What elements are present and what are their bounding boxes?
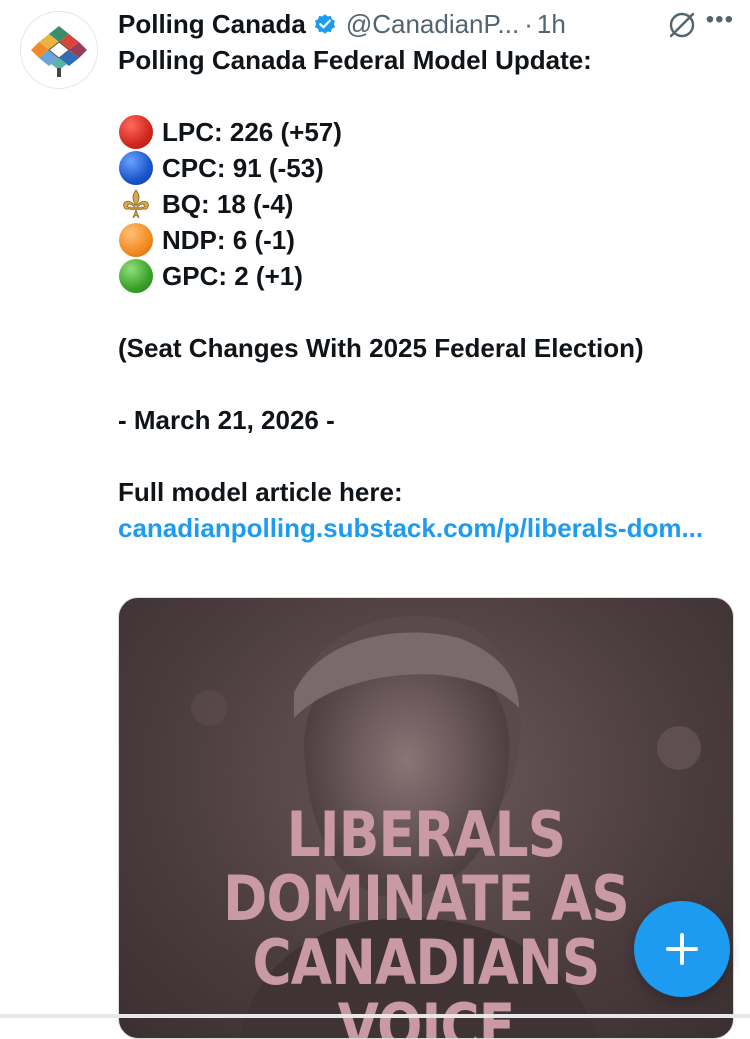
blue-circle-icon [118,150,154,186]
seat-change-note: (Seat Changes With 2025 Federal Election… [118,333,644,363]
article-link[interactable]: canadianpolling.substack.com/p/liberals-… [118,510,733,546]
bottom-divider [0,1014,750,1018]
headline-line: CANADIANS VOICE [252,926,601,1039]
post-date: - March 21, 2026 - [118,405,335,435]
author-name[interactable]: Polling Canada [118,9,306,40]
party-row-cpc: CPC: 91 (-53) [118,150,733,186]
headline-line: LIBERALS [286,798,567,871]
party-result: GPC: 2 (+1) [162,261,303,291]
green-circle-icon [118,258,154,294]
post-body: Polling Canada Federal Model Update: LPC… [118,42,733,546]
compose-button[interactable] [634,901,730,997]
post-title: Polling Canada Federal Model Update: [118,45,592,75]
party-result: CPC: 91 (-53) [162,153,324,183]
plus-icon [666,933,698,965]
author-handle[interactable]: @CanadianP... [346,9,519,40]
polling-canada-logo-icon [31,26,87,77]
verified-badge-icon [313,12,337,36]
headline-line: DOMINATE AS [223,862,630,935]
more-options-icon[interactable]: ••• [706,6,734,34]
red-circle-icon [118,114,154,150]
post-time[interactable]: 1h [537,9,566,40]
separator-dot: · [524,8,533,39]
party-row-gpc: GPC: 2 (+1) [118,258,733,294]
fleur-de-lis-icon [118,186,154,222]
party-result: LPC: 226 (+57) [162,117,342,147]
party-row-ndp: NDP: 6 (-1) [118,222,733,258]
party-row-lpc: LPC: 226 (+57) [118,114,733,150]
party-result: BQ: 18 (-4) [162,189,294,219]
party-row-bq: BQ: 18 (-4) [118,186,733,222]
grok-icon[interactable] [666,9,698,41]
orange-circle-icon [118,222,154,258]
card-headline: LIBERALS DOMINATE AS CANADIANS VOICE [162,803,690,1039]
avatar[interactable] [20,11,98,89]
post-header: Polling Canada @CanadianP... · 1h [118,4,732,44]
article-label: Full model article here: [118,477,403,507]
party-result: NDP: 6 (-1) [162,225,295,255]
